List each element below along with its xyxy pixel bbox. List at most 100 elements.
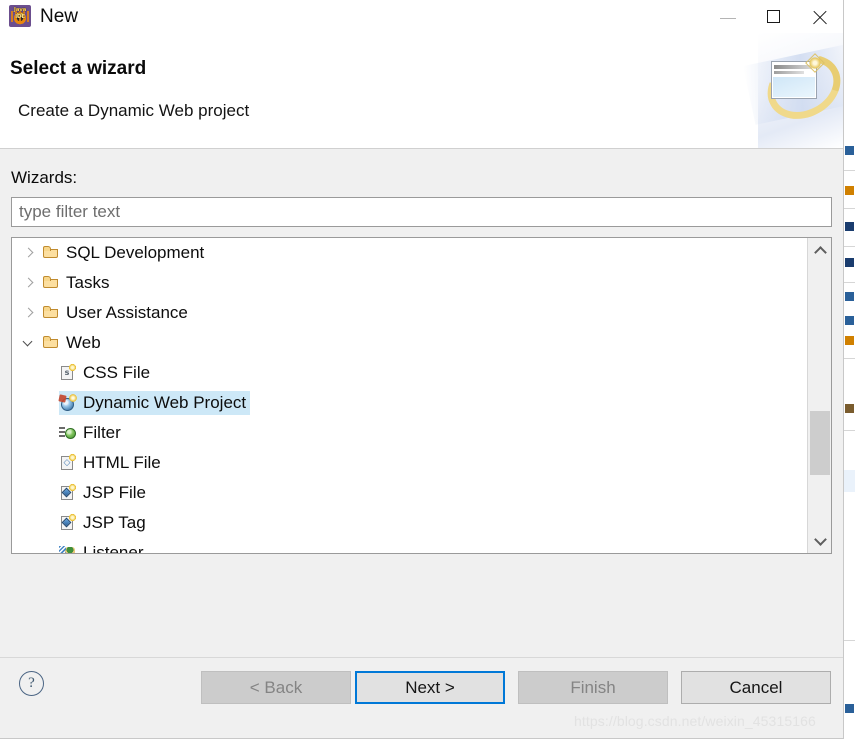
wizard-tree-panel: SQL Development Tasks User Assistance Web s C… [11,237,832,554]
tree-row[interactable]: Tasks [12,268,809,298]
background-divider [843,358,855,359]
html-file-icon: ◇ [59,454,77,472]
close-icon [811,9,828,26]
background-highlight [843,470,855,492]
tree-row-label: CSS File [83,363,151,382]
chevron-right-icon[interactable] [21,276,35,290]
tree-row[interactable]: Web [12,328,809,358]
icon-inner-glyph: s [64,368,70,377]
scroll-up-button[interactable] [808,238,831,262]
tree-row-label: Filter [83,423,121,442]
listener-icon [59,544,77,553]
tree-row-content[interactable]: ◇ HTML File [59,451,165,475]
background-item [845,186,854,195]
next-button[interactable]: Next > [355,671,505,704]
tree-row-content[interactable]: Tasks [35,271,113,295]
filter-icon [59,424,77,442]
tree-row-content[interactable]: Dynamic Web Project [58,391,251,415]
cancel-button[interactable]: Cancel [681,671,831,704]
tree-row-label: Dynamic Web Project [83,393,247,412]
maximize-icon [767,10,780,23]
background-panel [843,0,855,739]
tree-row-content[interactable]: JSP File [59,481,150,505]
banner-page-bar [774,71,804,74]
background-item [845,222,854,231]
filter-input[interactable] [11,197,832,227]
back-button[interactable]: < Back [201,671,351,704]
background-item [845,704,854,713]
tree-row[interactable]: JSP File [12,478,809,508]
folder-icon [42,274,60,292]
chevron-right-icon[interactable] [21,246,35,260]
tree-row[interactable]: Listener [12,538,809,553]
finish-button[interactable]: Finish [518,671,668,704]
wizard-body: Wizards: SQL Development Tasks User Assist… [0,149,843,657]
scroll-down-button[interactable] [808,529,831,553]
wizards-label: Wizards: [11,168,78,187]
background-divider [843,208,855,209]
background-divider [843,170,855,171]
chevron-down-icon[interactable] [21,336,35,350]
eclipse-javaee-ide-icon: Java EE IDE [9,5,31,27]
title-bar[interactable]: Java EE IDE New [0,0,843,33]
tree-row[interactable]: SQL Development [12,238,809,268]
background-item [845,404,854,413]
background-item [845,258,854,267]
tree-row[interactable]: s CSS File [12,358,809,388]
help-button[interactable]: ? [19,671,44,696]
tree-row-label: JSP File [83,483,146,502]
tree-row[interactable]: Dynamic Web Project [12,388,809,418]
tree-row-label: SQL Development [66,243,205,262]
new-wizard-dialog: Java EE IDE New Select a wizard Create a… [0,0,844,739]
tree-row[interactable]: User Assistance [12,298,809,328]
chevron-up-icon [814,246,827,259]
chevron-right-icon[interactable] [21,306,35,320]
maximize-button[interactable] [751,0,797,33]
dynamic-web-project-icon [58,394,77,412]
background-item [845,336,854,345]
tree-row-label: Web [66,333,101,352]
folder-icon [42,244,60,262]
folder-icon [42,334,60,352]
page-title: Select a wizard [10,58,147,79]
icon-inner-glyph [61,517,72,528]
window-title: New [40,6,79,27]
tree-row-content[interactable]: s CSS File [59,361,154,385]
tree-row-content[interactable]: JSP Tag [59,511,150,535]
page-description: Create a Dynamic Web project [18,101,250,120]
background-divider [843,246,855,247]
tree-row[interactable]: Filter [12,418,809,448]
background-item [845,292,854,301]
tree-row[interactable]: ◇ HTML File [12,448,809,478]
tree-row-label: User Assistance [66,303,188,322]
wizard-header: Select a wizard Create a Dynamic Web pro… [0,33,843,149]
tree-row-label: HTML File [83,453,161,472]
dialog-footer: ? < Back Next > Finish Cancel [0,657,843,718]
tree-scrollbar[interactable] [807,238,831,553]
close-button[interactable] [797,0,843,33]
background-divider [843,430,855,431]
wizard-tree-list[interactable]: SQL Development Tasks User Assistance Web s C… [12,238,809,553]
css-file-icon: s [59,364,77,382]
tree-row[interactable]: JSP Tag [12,508,809,538]
background-item [845,146,854,155]
jsp-tag-icon [59,514,77,532]
tree-row-content[interactable]: Listener [59,541,147,553]
folder-icon [42,304,60,322]
minimize-button[interactable] [705,0,751,33]
tree-row-label: Tasks [66,273,110,292]
icon-inner-glyph [58,394,67,403]
banner-page-body [773,77,815,97]
chevron-down-icon [814,533,827,546]
tree-row-content[interactable]: User Assistance [35,301,192,325]
icon-inner-glyph: ◇ [63,458,71,468]
scrollbar-thumb[interactable] [810,411,830,475]
wizard-banner-icon [743,33,843,148]
watermark-text: https://blog.csdn.net/weixin_45315166 [574,713,816,729]
icon-label-ide: IDE [15,14,25,20]
tree-row-content[interactable]: Web [35,331,105,355]
tree-row-content[interactable]: Filter [59,421,125,445]
tree-row-label: JSP Tag [83,513,146,532]
tree-row-content[interactable]: SQL Development [35,241,208,265]
background-item [845,316,854,325]
